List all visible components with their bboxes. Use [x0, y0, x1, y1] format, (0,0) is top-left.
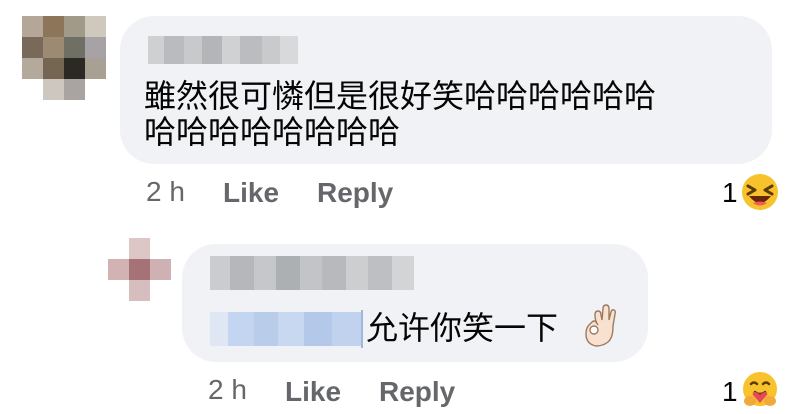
- reaction-count[interactable]: 1: [722, 376, 738, 408]
- reply-text: 允许你笑一下: [366, 309, 559, 347]
- reply-button[interactable]: Reply: [379, 376, 455, 408]
- replier-name-blurred[interactable]: [210, 256, 414, 290]
- commenter-name-blurred[interactable]: [148, 36, 298, 64]
- care-hug-face-icon[interactable]: [740, 370, 780, 410]
- commenter-avatar[interactable]: [22, 16, 106, 100]
- like-button[interactable]: Like: [285, 376, 341, 408]
- mention-tag-blurred[interactable]: [210, 312, 362, 346]
- reply-button[interactable]: Reply: [317, 177, 393, 209]
- comment-text-line: 哈哈哈哈哈哈哈哈: [144, 113, 401, 151]
- like-button[interactable]: Like: [223, 177, 279, 209]
- ok-hand-icon: [585, 304, 617, 347]
- reaction-count[interactable]: 1: [722, 177, 738, 209]
- replier-avatar[interactable]: [108, 238, 171, 301]
- comment-timestamp[interactable]: 2 h: [146, 176, 185, 208]
- laughing-face-icon[interactable]: [740, 172, 780, 212]
- text-cursor: [361, 310, 363, 348]
- reply-timestamp[interactable]: 2 h: [208, 374, 247, 406]
